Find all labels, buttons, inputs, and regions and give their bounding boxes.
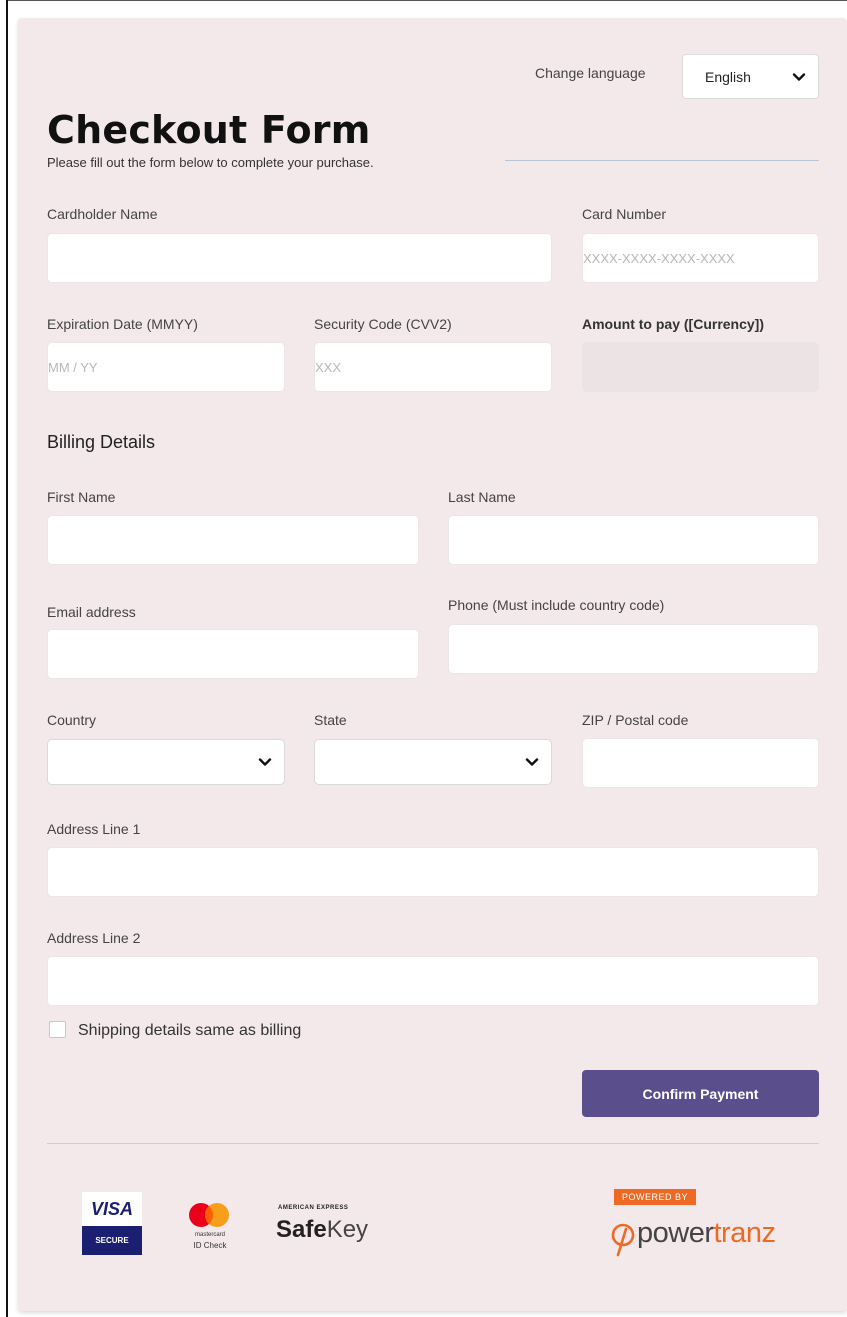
- first-name-label: First Name: [47, 489, 116, 505]
- confirm-payment-button[interactable]: Confirm Payment: [582, 1070, 819, 1117]
- language-selected-value: English: [705, 69, 751, 85]
- phone-input[interactable]: [448, 624, 819, 674]
- language-select[interactable]: English: [682, 54, 819, 99]
- powertranz-power-text: power: [637, 1217, 714, 1249]
- shipping-same-checkbox[interactable]: [49, 1021, 66, 1038]
- country-select[interactable]: [47, 739, 285, 785]
- state-label: State: [314, 712, 347, 728]
- page-subtitle: Please fill out the form below to comple…: [47, 155, 374, 170]
- last-name-input[interactable]: [448, 515, 819, 565]
- cardholder-name-input[interactable]: [47, 233, 552, 283]
- zip-label: ZIP / Postal code: [582, 712, 689, 728]
- powertranz-logo: powertranz: [637, 1217, 776, 1250]
- address-line-2-input[interactable]: [47, 956, 819, 1006]
- email-input[interactable]: [47, 629, 419, 679]
- safekey-key-text: Key: [326, 1216, 369, 1243]
- card-number-label: Card Number: [582, 206, 667, 222]
- amount-to-pay-field: [582, 342, 819, 392]
- address-line-1-label: Address Line 1: [47, 821, 141, 837]
- mastercard-text: mastercard: [194, 1232, 225, 1238]
- frame-left-border: [6, 0, 8, 1317]
- state-select[interactable]: [314, 739, 552, 785]
- cardholder-name-label: Cardholder Name: [47, 206, 158, 222]
- safekey-safe-text: Safe: [276, 1216, 327, 1243]
- chevron-down-icon: [792, 73, 806, 81]
- zip-input[interactable]: [582, 738, 819, 788]
- shipping-same-label[interactable]: Shipping details same as billing: [78, 1022, 301, 1040]
- visa-secure-text: SECURE: [82, 1226, 142, 1255]
- security-code-label: Security Code (CVV2): [314, 316, 452, 332]
- country-label: Country: [47, 712, 97, 728]
- id-check-text: ID Check: [193, 1241, 227, 1250]
- page-title: Checkout Form: [47, 108, 371, 152]
- visa-secure-logo: VISA SECURE: [82, 1192, 142, 1255]
- amount-to-pay-label: Amount to pay ([Currency]): [582, 316, 764, 332]
- change-language-label: Change language: [535, 65, 646, 81]
- expiration-date-label: Expiration Date (MMYY): [47, 316, 198, 332]
- amex-brand-text: AMERICAN EXPRESS: [278, 1205, 349, 1211]
- footer-divider: [47, 1143, 819, 1144]
- powertranz-tranz-text: tranz: [713, 1217, 776, 1249]
- billing-details-heading: Billing Details: [47, 432, 156, 452]
- address-line-1-input[interactable]: [47, 847, 819, 897]
- address-line-2-label: Address Line 2: [47, 930, 141, 946]
- email-label: Email address: [47, 604, 136, 620]
- powered-by-badge: POWERED BY: [614, 1189, 696, 1205]
- frame-top-border: [6, 0, 847, 1]
- first-name-input[interactable]: [47, 515, 419, 565]
- amex-safekey-logo: SafeKey: [276, 1216, 368, 1244]
- phone-label: Phone (Must include country code): [448, 597, 665, 613]
- chevron-down-icon: [525, 758, 539, 766]
- chevron-down-icon: [258, 758, 272, 766]
- powertranz-logo-icon: [611, 1223, 635, 1257]
- expiration-date-input[interactable]: [47, 342, 285, 392]
- card-number-input[interactable]: [582, 233, 819, 283]
- visa-brand-text: VISA: [90, 1198, 133, 1219]
- last-name-label: Last Name: [448, 489, 516, 505]
- security-code-input[interactable]: [314, 342, 552, 392]
- title-divider: [505, 160, 819, 161]
